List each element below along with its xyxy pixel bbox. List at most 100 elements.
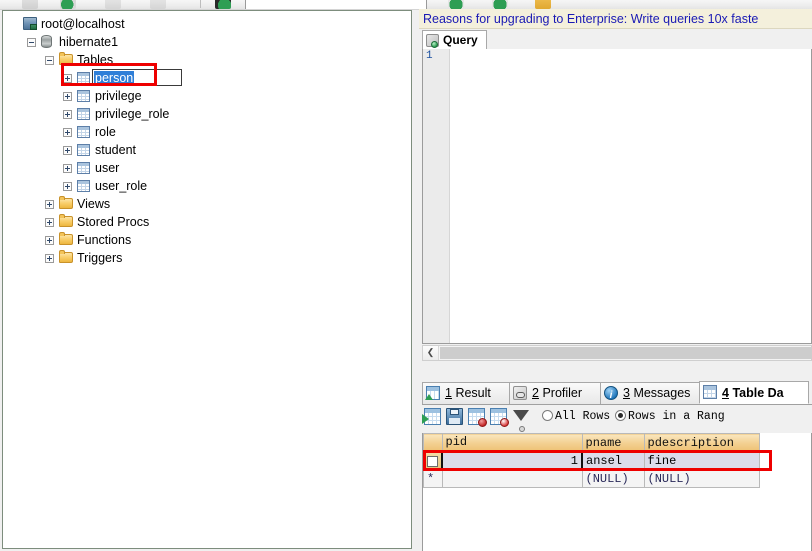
expand-icon[interactable]	[63, 164, 72, 173]
grid-cell[interactable]: ansel	[581, 451, 645, 470]
radio-rows-in-range-dot[interactable]	[615, 410, 626, 421]
expand-icon[interactable]	[45, 200, 54, 209]
grid-cell[interactable]: fine	[643, 451, 760, 470]
run-icon[interactable]	[105, 0, 121, 9]
tab-result[interactable]: 1 Result	[422, 382, 510, 404]
row-selector-box[interactable]	[427, 456, 438, 467]
expand-icon[interactable]	[63, 128, 72, 137]
new-record-row[interactable]: * (NULL) (NULL)	[423, 469, 760, 488]
tree-node-functions[interactable]: Functions	[7, 231, 411, 249]
expand-icon[interactable]	[63, 182, 72, 191]
query-icon	[426, 34, 439, 48]
tab-label: Messages	[633, 386, 691, 400]
tree-node-student[interactable]: student	[7, 141, 411, 159]
table-icon	[77, 126, 90, 138]
address-field[interactable]	[245, 0, 427, 9]
table-icon	[77, 90, 90, 102]
tree-node-hibernate1[interactable]: hibernate1	[7, 33, 411, 51]
tab-profiler[interactable]: 2 Profiler	[509, 382, 601, 404]
tab-query[interactable]: Query	[422, 30, 487, 50]
tab-label: Table Da	[732, 386, 784, 400]
tree-node-privilege[interactable]: privilege	[7, 87, 411, 105]
radio-rows-in-range-label: Rows in a Rang	[628, 410, 725, 423]
table-data-icon	[703, 385, 717, 399]
tree-node-root-localhost[interactable]: root@localhost	[7, 15, 411, 33]
expand-icon[interactable]	[63, 146, 72, 155]
radio-all-rows-dot[interactable]	[542, 410, 553, 421]
run-green-2-icon[interactable]	[492, 0, 508, 9]
tree-node-user[interactable]: user	[7, 159, 411, 177]
filter-icon[interactable]	[513, 410, 529, 432]
upgrade-banner[interactable]: Reasons for upgrading to Enterprise: Wri…	[419, 9, 812, 29]
folder-icon	[59, 250, 73, 263]
delete-all-records-button[interactable]	[490, 408, 509, 427]
open-icon[interactable]	[22, 0, 38, 9]
grid-cell[interactable]: 1	[441, 450, 583, 471]
tree-node-role[interactable]: role	[7, 123, 411, 141]
tree-node-views[interactable]: Views	[7, 195, 411, 213]
radio-all-rows[interactable]: All Rows	[542, 410, 610, 423]
folder-icon	[59, 214, 73, 227]
new-record-cell[interactable]	[441, 469, 583, 488]
column-header[interactable]: pname	[581, 433, 645, 452]
database-icon	[41, 35, 52, 48]
query-tab-strip: Query	[422, 30, 812, 51]
tree-node-rename-text: person	[94, 71, 135, 86]
tree-node-privilege-role[interactable]: privilege_role	[7, 105, 411, 123]
add-record-button[interactable]	[422, 408, 441, 425]
stop-icon[interactable]	[150, 0, 166, 9]
new-record-marker[interactable]: *	[423, 469, 443, 488]
tree-node-rename-input[interactable]: person	[92, 69, 182, 86]
folder-icon	[59, 196, 73, 209]
run-green-icon[interactable]	[448, 0, 464, 9]
collapse-icon[interactable]	[45, 56, 54, 65]
toolbar-extra-icon[interactable]	[535, 0, 551, 9]
refresh-icon[interactable]	[60, 0, 76, 9]
expand-icon[interactable]	[45, 254, 54, 263]
tree-node-user-role[interactable]: user_role	[7, 177, 411, 195]
save-changes-button[interactable]	[446, 408, 463, 425]
tab-table-da[interactable]: 4 Table Da	[699, 381, 809, 404]
new-record-cell[interactable]: (NULL)	[643, 469, 760, 488]
grid-corner-cell[interactable]	[423, 433, 443, 452]
result-grid-icon	[425, 386, 440, 400]
tree-node-label: privilege_role	[95, 107, 170, 121]
table-row[interactable]: 1 ansel fine	[423, 450, 760, 471]
tree-node-label: Functions	[77, 233, 132, 247]
sql-editor[interactable]: 1	[422, 49, 812, 344]
column-header[interactable]: pid	[441, 433, 583, 452]
table-icon	[77, 108, 90, 120]
tree-node-triggers[interactable]: Triggers	[7, 249, 411, 267]
scroll-left-icon[interactable]: ❮	[423, 346, 439, 360]
profiler-icon	[513, 386, 527, 400]
expand-icon[interactable]	[45, 236, 54, 245]
tab-query-label: Query	[443, 33, 478, 47]
collapse-icon[interactable]	[27, 38, 36, 47]
data-grid[interactable]: pid pname pdescription 1 ansel fine * (NULL) (NU…	[422, 433, 812, 551]
tab-messages[interactable]: 3 Messages	[600, 382, 700, 406]
new-record-cell[interactable]: (NULL)	[581, 469, 645, 488]
delete-record-button[interactable]	[468, 408, 487, 427]
tree-node-person[interactable]: person	[7, 69, 411, 87]
object-explorer-panel[interactable]: root@localhost hibernate1 Tables person priv…	[2, 10, 412, 549]
scrollbar-thumb[interactable]	[440, 347, 812, 359]
folder-icon	[59, 232, 73, 245]
row-header[interactable]	[423, 451, 443, 470]
editor-gutter: 1	[423, 49, 450, 343]
tree-node-tables[interactable]: Tables	[7, 51, 411, 69]
tab-label: Profiler	[542, 386, 583, 400]
expand-icon[interactable]	[45, 218, 54, 227]
tree-node-stored-procs[interactable]: Stored Procs	[7, 213, 411, 231]
expand-icon[interactable]	[63, 110, 72, 119]
column-header[interactable]: pdescription	[643, 433, 760, 452]
expand-icon[interactable]	[63, 92, 72, 101]
expand-icon[interactable]	[63, 74, 72, 83]
radio-all-rows-label: All Rows	[555, 410, 611, 423]
grid-header-row: pid pname pdescription	[423, 433, 760, 452]
tree-node-label: role	[95, 125, 116, 139]
radio-rows-in-range[interactable]: Rows in a Rang	[615, 410, 725, 423]
application-window: root@localhost hibernate1 Tables person priv…	[0, 0, 812, 551]
editor-horizontal-scrollbar[interactable]: ❮	[422, 345, 812, 361]
table-icon	[77, 180, 90, 192]
execute-icon[interactable]	[215, 0, 231, 9]
